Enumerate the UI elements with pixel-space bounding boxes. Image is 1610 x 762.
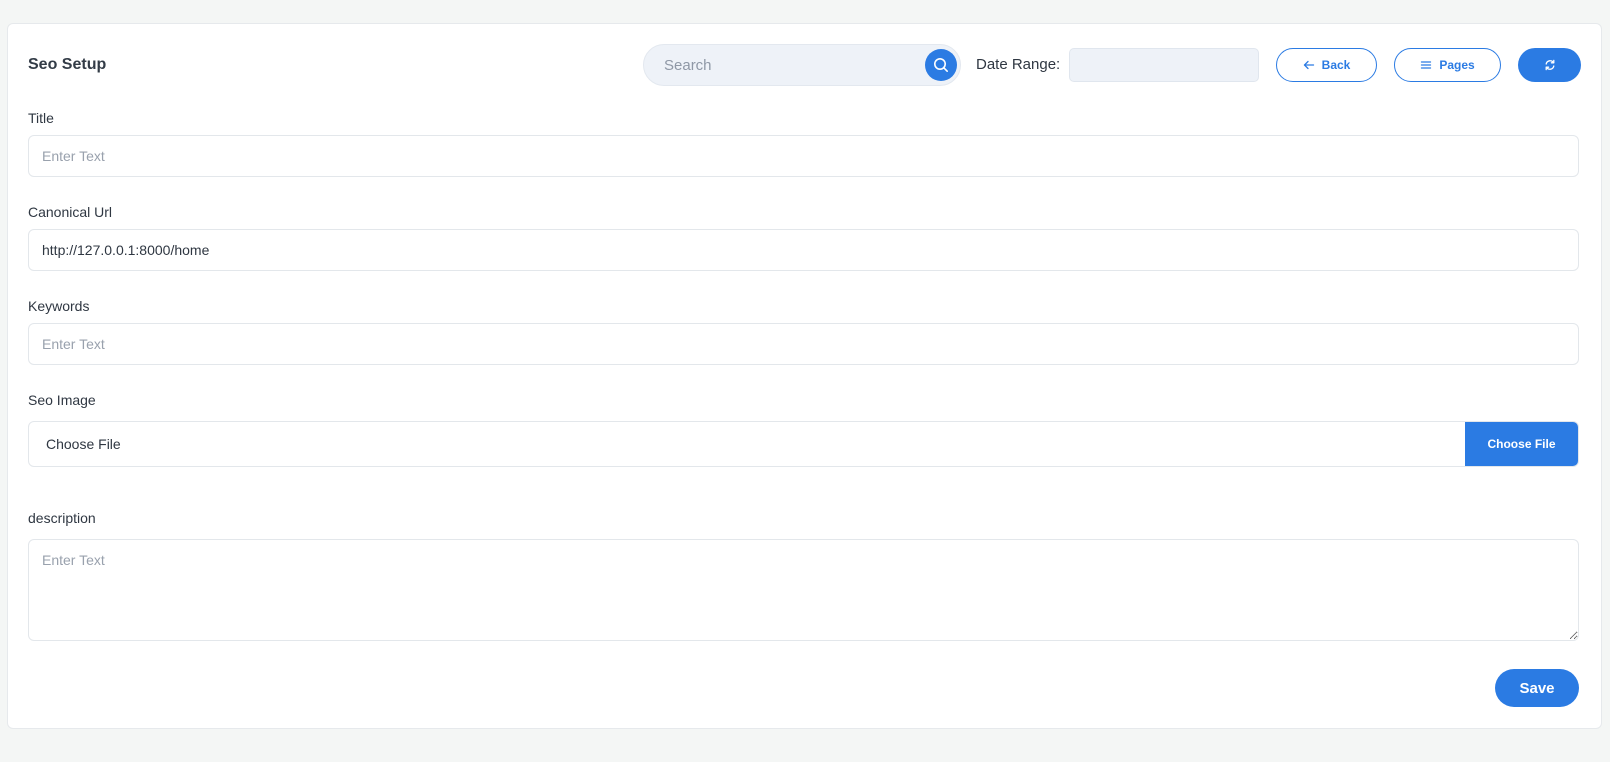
search-input[interactable]: [644, 45, 914, 85]
pages-button[interactable]: Pages: [1394, 48, 1501, 82]
title-input[interactable]: [28, 135, 1579, 177]
canonical-url-label: Canonical Url: [28, 204, 113, 220]
back-button[interactable]: Back: [1276, 48, 1377, 82]
date-range-input[interactable]: [1069, 48, 1259, 82]
search-icon: [934, 58, 948, 72]
date-range-label: Date Range:: [976, 56, 1061, 73]
arrow-left-icon: [1303, 60, 1314, 70]
seo-setup-card: Seo Setup Date Range: Back: [7, 23, 1602, 729]
refresh-button[interactable]: [1518, 48, 1581, 82]
refresh-icon: [1545, 59, 1554, 71]
choose-file-button[interactable]: Choose File: [1465, 422, 1578, 466]
seo-image-file-input[interactable]: Choose File Choose File: [28, 421, 1579, 467]
canonical-url-input[interactable]: [28, 229, 1579, 271]
keywords-input[interactable]: [28, 323, 1579, 365]
card-header: Seo Setup Date Range: Back: [8, 24, 1601, 104]
description-label: description: [28, 510, 96, 526]
keywords-label: Keywords: [28, 298, 90, 314]
seo-image-label: Seo Image: [28, 392, 96, 408]
pages-button-label: Pages: [1439, 58, 1475, 72]
menu-icon: [1421, 61, 1432, 69]
file-input-text: Choose File: [46, 436, 121, 452]
page-title: Seo Setup: [28, 56, 107, 73]
description-textarea[interactable]: [28, 539, 1579, 641]
search-box: [643, 44, 961, 86]
search-button[interactable]: [925, 49, 957, 81]
title-label: Title: [28, 110, 54, 126]
back-button-label: Back: [1321, 58, 1351, 72]
save-button[interactable]: Save: [1495, 669, 1579, 707]
